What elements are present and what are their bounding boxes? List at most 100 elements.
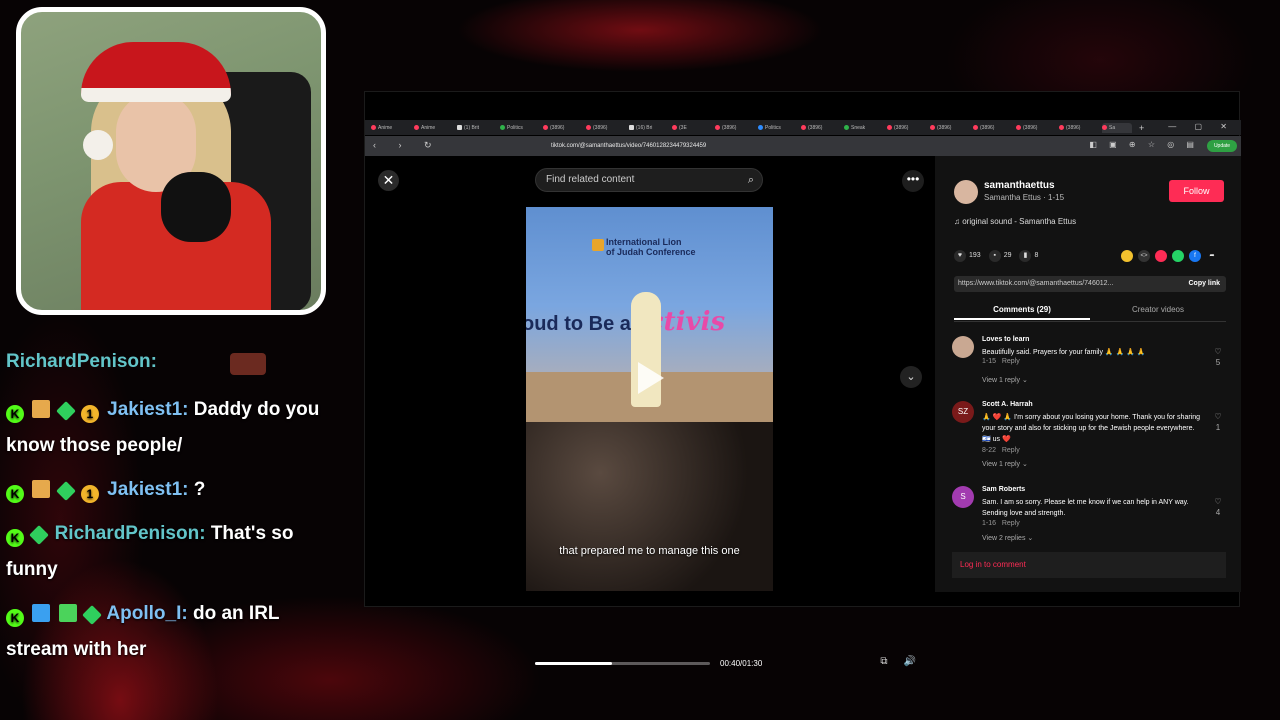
kick-badge-icon: K (6, 485, 24, 503)
tab-favicon-icon (1102, 125, 1107, 130)
tab-favicon-icon (973, 125, 978, 130)
search-input[interactable]: Find related content ⌕ (535, 168, 763, 192)
browser-tab[interactable]: Anime (371, 123, 411, 133)
chat-top-emote (230, 353, 266, 375)
browser-tab[interactable]: (3896) (1016, 123, 1056, 133)
send-icon[interactable] (1155, 250, 1167, 262)
browser-tab[interactable]: (3896) (973, 123, 1013, 133)
panel-tabs: Comments (29) Creator videos (954, 302, 1226, 322)
comment-like[interactable]: ♡ 5 (1212, 346, 1224, 368)
comment-item: SZ Scott A. Harrah 🙏 ❤️ 🙏 I'm sorry abou… (952, 401, 1224, 471)
tab-favicon-icon (801, 125, 806, 130)
comment-like[interactable]: ♡ 1 (1212, 411, 1224, 433)
browser-tab[interactable]: (3896) (543, 123, 583, 133)
browser-tab[interactable]: (3896) (715, 123, 755, 133)
view-replies[interactable]: View 1 reply ⌄ (982, 460, 1028, 468)
santa-hat (81, 42, 231, 102)
update-button[interactable]: Update (1207, 140, 1237, 152)
coin-icon[interactable] (1121, 250, 1133, 262)
view-replies[interactable]: View 2 replies ⌄ (982, 534, 1033, 542)
comment-meta: 8-22 Reply (982, 447, 1020, 454)
creator-subtitle: Samantha Ettus · 1-15 (984, 193, 1065, 202)
reply-button[interactable]: Reply (1002, 520, 1020, 527)
comment-meta: 1-16 Reply (982, 520, 1020, 527)
video-player[interactable]: International Lion of Judah Conference o… (526, 207, 773, 591)
chat-message: K RichardPenison: That's so funny (6, 516, 326, 588)
extension-icons[interactable]: ◧ ▣ ⊕ ☆ ◎ ▤ (1089, 140, 1199, 149)
tab-label: (3896) (980, 124, 995, 131)
browser-tab[interactable]: Anime (414, 123, 454, 133)
tab-favicon-icon (1016, 125, 1021, 130)
view-replies[interactable]: View 1 reply ⌄ (982, 376, 1028, 384)
avatar[interactable] (952, 336, 974, 358)
browser-tab[interactable]: Politics (758, 123, 798, 133)
tab-creator-videos[interactable]: Creator videos (1090, 302, 1226, 318)
tab-label: (1) Brit (464, 124, 479, 131)
chevron-down-icon[interactable]: ⌄ (900, 366, 922, 388)
chat-message: K 1 Jakiest1: Daddy do you know those pe… (6, 392, 326, 464)
play-icon[interactable] (638, 362, 664, 394)
microphone (161, 172, 231, 242)
browser-tab[interactable]: (3896) (930, 123, 970, 133)
creator-handle[interactable]: samanthaettus (984, 180, 1055, 191)
chat-username[interactable]: Apollo_I: (106, 603, 187, 624)
diamond-badge-icon (81, 605, 102, 625)
comment-author[interactable]: Scott A. Harrah (982, 401, 1033, 408)
webcam-frame (16, 7, 326, 315)
facebook-icon[interactable]: f (1189, 250, 1201, 262)
browser-tab[interactable]: (16) Bri (629, 123, 669, 133)
comment-like[interactable]: ♡ 4 (1212, 496, 1224, 518)
avatar[interactable]: S (952, 486, 974, 508)
window-controls[interactable]: — ▢ ✕ (1168, 122, 1235, 131)
chat-username[interactable]: RichardPenison: (55, 523, 206, 544)
follow-button[interactable]: Follow (1169, 180, 1224, 202)
avatar[interactable]: SZ (952, 401, 974, 423)
browser-tab[interactable]: (3E (672, 123, 712, 133)
like-stat[interactable]: ♥ 193 (954, 250, 981, 262)
sword-badge-icon (32, 604, 51, 622)
comment-author[interactable]: Sam Roberts (982, 486, 1025, 493)
diamond-badge-icon (55, 401, 76, 421)
tab-label: (3896) (894, 124, 909, 131)
chat-username[interactable]: Jakiest1: (107, 399, 188, 420)
embed-icon[interactable]: <> (1138, 250, 1150, 262)
search-placeholder: Find related content (546, 174, 635, 185)
volume-icon[interactable]: 🔊 (903, 656, 917, 670)
avatar[interactable] (954, 180, 978, 204)
comment-author[interactable]: Loves to learn (982, 336, 1029, 343)
copy-link-button[interactable]: Copy link (1188, 276, 1220, 292)
login-to-comment[interactable]: Log in to comment (952, 552, 1226, 578)
chat-username[interactable]: Jakiest1: (107, 479, 188, 500)
reply-button[interactable]: Reply (1002, 358, 1020, 365)
share-link-text[interactable]: https://www.tiktok.com/@samanthaettus/74… (958, 280, 1113, 287)
tab-comments[interactable]: Comments (29) (954, 302, 1090, 320)
new-tab-button[interactable]: + (1139, 123, 1144, 133)
video-progress-bar[interactable] (535, 662, 710, 665)
tab-label: Sa (1109, 124, 1116, 131)
reply-button[interactable]: Reply (1002, 447, 1020, 454)
tab-label: (3896) (1066, 124, 1081, 131)
close-icon[interactable]: ✕ (378, 170, 399, 191)
save-stat[interactable]: ▮ 8 (1019, 250, 1038, 262)
share-arrow-icon[interactable]: ➦ (1206, 250, 1218, 262)
picture-in-picture-icon[interactable]: ⧉ (877, 656, 891, 670)
nav-buttons[interactable]: ‹ › ↻ (373, 140, 442, 151)
search-icon[interactable]: ⌕ (748, 169, 754, 191)
sound-link[interactable]: ♫ original sound - Samantha Ettus (954, 217, 1076, 226)
timecode: 00:40/01:30 (720, 659, 763, 668)
more-options-icon[interactable]: ••• (902, 170, 924, 192)
browser-tab[interactable]: (3896) (801, 123, 841, 133)
browser-tab[interactable]: (1) Brit (457, 123, 497, 133)
browser-tab[interactable]: (3896) (887, 123, 927, 133)
browser-tab[interactable]: (3896) (1059, 123, 1099, 133)
url-field[interactable]: tiktok.com/@samanthaettus/video/74601282… (531, 140, 931, 153)
chat-top-fragment: RichardPenison: (6, 353, 266, 379)
browser-tab[interactable]: Sneak (844, 123, 884, 133)
comment-item: S Sam Roberts Sam. I am so sorry. Please… (952, 486, 1224, 542)
comment-stat[interactable]: ▪ 29 (988, 250, 1011, 262)
tab-favicon-icon (586, 125, 591, 130)
browser-tab[interactable]: Politics (500, 123, 540, 133)
browser-tab[interactable]: (3896) (586, 123, 626, 133)
whatsapp-icon[interactable] (1172, 250, 1184, 262)
browser-tab[interactable]: Sa (1102, 122, 1132, 133)
